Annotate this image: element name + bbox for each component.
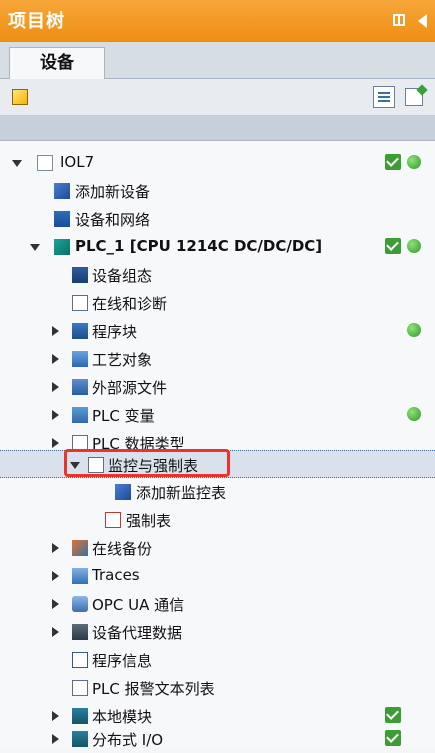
project-file-icon bbox=[37, 155, 53, 171]
text-list-icon bbox=[72, 680, 88, 696]
project-tree: IOL7 添加新设备 设备和网络 PLC_1 [CPU 1214C DC/DC/… bbox=[0, 141, 435, 749]
tree-item-label: 设备组态 bbox=[92, 267, 153, 285]
details-view-icon[interactable] bbox=[373, 86, 395, 108]
online-backup-icon bbox=[72, 540, 88, 556]
tab-devices[interactable]: 设备 bbox=[9, 47, 105, 79]
diagnostics-icon bbox=[72, 295, 88, 311]
expand-toggle-icon[interactable] bbox=[52, 326, 59, 336]
tree-item-label: PLC_1 [CPU 1214C DC/DC/DC] bbox=[75, 237, 323, 255]
external-source-icon bbox=[72, 379, 88, 395]
online-status-icon bbox=[407, 407, 421, 421]
traces-icon bbox=[72, 568, 88, 584]
tree-item-label: 程序信息 bbox=[92, 652, 153, 670]
plc-icon bbox=[54, 239, 70, 255]
opc-ua-icon bbox=[72, 596, 88, 612]
program-blocks-icon bbox=[72, 323, 88, 339]
local-modules-icon bbox=[72, 708, 88, 724]
tree-item-device-proxy-data[interactable]: 设备代理数据 bbox=[0, 618, 435, 646]
expand-toggle-icon[interactable] bbox=[52, 354, 59, 364]
tree-item-label: 在线备份 bbox=[92, 540, 153, 558]
technology-objects-icon bbox=[72, 351, 88, 367]
tree-item-add-device[interactable]: 添加新设备 bbox=[0, 177, 435, 205]
tree-item-label: 添加新监控表 bbox=[136, 484, 227, 502]
tree-item-project[interactable]: IOL7 bbox=[0, 149, 435, 177]
tree-item-plc[interactable]: PLC_1 [CPU 1214C DC/DC/DC] bbox=[0, 233, 435, 261]
tree-item-label: 工艺对象 bbox=[92, 351, 153, 369]
tree-item-label: 外部源文件 bbox=[92, 379, 168, 397]
expand-toggle-icon[interactable] bbox=[52, 382, 59, 392]
expand-toggle-icon[interactable] bbox=[52, 438, 59, 448]
expand-toggle-icon[interactable] bbox=[52, 599, 59, 609]
plc-tags-icon bbox=[72, 407, 88, 423]
online-status-icon bbox=[407, 323, 421, 337]
tree-item-label: Traces bbox=[92, 566, 140, 584]
expand-toggle-icon[interactable] bbox=[52, 543, 59, 553]
expand-toggle-icon[interactable] bbox=[52, 627, 59, 637]
expand-toggle-icon[interactable] bbox=[52, 734, 59, 744]
online-status-icon bbox=[407, 239, 421, 253]
highlight-box bbox=[64, 449, 230, 477]
tree-item-label: 在线和诊断 bbox=[92, 295, 168, 313]
tab-strip: 设备 bbox=[0, 42, 435, 79]
tree-item-program-info[interactable]: 程序信息 bbox=[0, 646, 435, 674]
collapse-arrow-icon[interactable] bbox=[418, 14, 427, 28]
pin-icon[interactable] bbox=[393, 14, 405, 26]
tree-item-opc-ua[interactable]: OPC UA 通信 bbox=[0, 590, 435, 618]
export-icon[interactable] bbox=[405, 88, 423, 106]
tree-item-add-watch-table[interactable]: 添加新监控表 bbox=[0, 478, 435, 506]
tree-item-force-table[interactable]: 强制表 bbox=[0, 506, 435, 534]
online-status-icon bbox=[407, 155, 421, 169]
tree-item-label: IOL7 bbox=[60, 153, 95, 171]
tree-item-label: 强制表 bbox=[126, 512, 172, 530]
check-status-icon bbox=[385, 154, 401, 170]
expand-toggle-icon[interactable] bbox=[12, 160, 22, 167]
tree-item-distributed-io[interactable]: 分布式 I/O bbox=[0, 725, 435, 753]
tree-item-label: PLC 报警文本列表 bbox=[92, 680, 215, 698]
device-proxy-icon bbox=[72, 624, 88, 640]
tree-toolbar bbox=[0, 79, 435, 116]
tree-item-external-sources[interactable]: 外部源文件 bbox=[0, 373, 435, 401]
tree-item-plc-tags[interactable]: PLC 变量 bbox=[0, 401, 435, 429]
check-status-icon bbox=[385, 238, 401, 254]
expand-toggle-icon[interactable] bbox=[52, 410, 59, 420]
project-tree-titlebar: 项目树 bbox=[0, 0, 435, 42]
tree-item-label: 本地模块 bbox=[92, 708, 153, 726]
tree-item-devices-networks[interactable]: 设备和网络 bbox=[0, 205, 435, 233]
tree-item-label: 设备和网络 bbox=[75, 211, 151, 229]
program-info-icon bbox=[72, 652, 88, 668]
expand-toggle-icon[interactable] bbox=[30, 244, 40, 251]
add-device-icon[interactable] bbox=[12, 89, 28, 105]
add-watch-table-icon bbox=[115, 484, 131, 500]
expand-toggle-icon[interactable] bbox=[52, 711, 59, 721]
tree-item-online-backups[interactable]: 在线备份 bbox=[0, 534, 435, 562]
tree-item-alarm-text-lists[interactable]: PLC 报警文本列表 bbox=[0, 674, 435, 702]
distributed-io-icon bbox=[72, 731, 88, 747]
tree-item-label: 设备代理数据 bbox=[92, 624, 183, 642]
tree-item-label: 添加新设备 bbox=[75, 183, 151, 201]
tree-item-traces[interactable]: Traces bbox=[0, 562, 435, 590]
tree-item-online-diagnostics[interactable]: 在线和诊断 bbox=[0, 289, 435, 317]
expand-toggle-icon[interactable] bbox=[52, 571, 59, 581]
tree-item-label: 程序块 bbox=[92, 323, 138, 341]
check-status-icon bbox=[385, 730, 401, 746]
tree-item-label: PLC 变量 bbox=[92, 407, 155, 425]
column-header-bar bbox=[0, 116, 435, 141]
tree-item-program-blocks[interactable]: 程序块 bbox=[0, 317, 435, 345]
force-table-icon bbox=[105, 512, 121, 528]
add-device-icon bbox=[54, 183, 70, 199]
panel-title: 项目树 bbox=[8, 11, 65, 32]
check-status-icon bbox=[385, 707, 401, 723]
tree-item-device-config[interactable]: 设备组态 bbox=[0, 261, 435, 289]
network-icon bbox=[54, 211, 70, 227]
device-config-icon bbox=[72, 267, 88, 283]
tree-item-technology-objects[interactable]: 工艺对象 bbox=[0, 345, 435, 373]
tree-item-label: OPC UA 通信 bbox=[92, 596, 185, 614]
